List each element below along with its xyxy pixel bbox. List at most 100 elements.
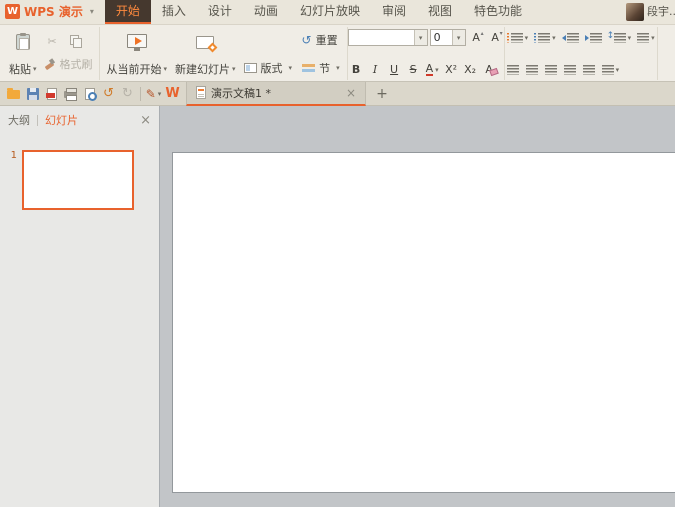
subscript-button[interactable]: X₂ <box>462 61 479 78</box>
numbered-list-icon <box>534 32 551 43</box>
copy-icon <box>69 35 82 49</box>
underline-button[interactable]: U <box>386 61 403 78</box>
clear-format-button[interactable]: A <box>481 61 498 78</box>
tab-outline[interactable]: 大纲 <box>8 112 30 128</box>
ink-annotation-button[interactable]: ✎ <box>144 84 163 104</box>
close-panel-icon[interactable]: × <box>140 114 151 127</box>
text-direction-icon <box>637 32 650 43</box>
align-center-button[interactable] <box>524 61 541 78</box>
font-size-caret-icon[interactable]: ▾ <box>451 30 465 45</box>
cut-button[interactable]: ✂ <box>45 34 60 49</box>
reset-icon: ↺ <box>301 33 312 47</box>
save-icon <box>26 87 39 100</box>
copy-button[interactable] <box>67 34 84 49</box>
numbered-list-button[interactable] <box>532 29 558 46</box>
paste-button[interactable]: 粘贴 <box>5 28 41 79</box>
tab-review[interactable]: 审阅 <box>371 0 417 24</box>
increase-indent-icon <box>584 32 602 43</box>
clear-format-icon: A <box>485 63 493 76</box>
tab-design[interactable]: 设计 <box>197 0 243 24</box>
line-spacing-button[interactable] <box>606 29 634 46</box>
bold-button[interactable]: B <box>348 61 365 78</box>
tab-home[interactable]: 开始 <box>104 0 151 24</box>
superscript-button[interactable]: X² <box>443 61 460 78</box>
align-left-icon <box>507 64 520 75</box>
tab-view[interactable]: 视图 <box>417 0 463 24</box>
document-tab[interactable]: 演示文稿1 * × <box>186 81 366 106</box>
app-name: WPS 演示 <box>24 5 83 19</box>
distribute-text-button[interactable] <box>581 61 598 78</box>
increase-indent-button[interactable] <box>583 29 604 46</box>
strikethrough-button[interactable]: S <box>405 61 422 78</box>
slides-panel-header: 大纲 幻灯片 × <box>0 106 159 134</box>
format-painter-button[interactable]: 格式刷 <box>41 55 96 73</box>
document-tab-title: 演示文稿1 * <box>211 86 271 100</box>
pen-icon: ✎ <box>145 86 156 101</box>
italic-button[interactable]: I <box>367 61 384 78</box>
slide-thumbnail[interactable] <box>22 150 134 210</box>
font-name-caret-icon[interactable]: ▾ <box>413 30 427 45</box>
layout-icon <box>243 63 257 73</box>
bullet-list-icon <box>506 32 523 43</box>
new-slide-button[interactable]: 新建幻灯片 <box>171 28 240 79</box>
tab-slideshow[interactable]: 幻灯片放映 <box>289 0 371 24</box>
decrease-indent-button[interactable] <box>560 29 581 46</box>
font-name-select[interactable]: ▾ <box>347 29 428 46</box>
align-right-button[interactable] <box>543 61 560 78</box>
font-size-select[interactable]: 0 ▾ <box>429 29 466 46</box>
align-left-button[interactable] <box>505 61 522 78</box>
open-file-button[interactable] <box>4 84 23 104</box>
increase-font-size-button[interactable]: A <box>468 29 485 46</box>
layout-label: 版式 <box>260 62 283 75</box>
slide-page[interactable] <box>172 152 675 493</box>
wps-logo-icon[interactable]: W <box>5 4 20 19</box>
user-avatar[interactable] <box>626 3 644 21</box>
section-button[interactable]: 节 <box>298 59 344 77</box>
save-button[interactable] <box>23 84 42 104</box>
editing-canvas[interactable] <box>160 106 675 507</box>
toolbar-separator <box>140 86 141 101</box>
from-current-slide-button[interactable]: 从当前开始 <box>103 28 172 79</box>
app-menu-caret-icon[interactable]: ▾ <box>83 0 101 24</box>
print-icon <box>64 88 77 101</box>
decrease-font-size-button[interactable]: A <box>487 29 504 46</box>
slides-group: 从当前开始 新建幻灯片 ↺ 重置 版式 节 <box>100 27 348 80</box>
undo-button[interactable]: ↺ <box>99 84 118 104</box>
columns-button[interactable] <box>600 61 622 78</box>
export-pdf-button[interactable] <box>42 84 61 104</box>
slide-thumbnail-item[interactable]: 1 <box>0 150 159 210</box>
panel-tab-divider <box>37 114 38 126</box>
tab-insert[interactable]: 插入 <box>151 0 197 24</box>
line-spacing-icon <box>607 31 626 43</box>
slide-list: 1 <box>0 134 159 210</box>
new-document-tab-button[interactable]: + <box>374 86 390 102</box>
print-button[interactable] <box>61 84 80 104</box>
font-size-value: 0 <box>433 31 441 44</box>
layout-button[interactable]: 版式 <box>240 59 297 77</box>
wps-home-button[interactable]: W <box>163 84 182 104</box>
justify-button[interactable] <box>562 61 579 78</box>
distribute-text-icon <box>583 64 596 75</box>
pdf-export-icon <box>45 87 57 100</box>
wps-w-icon: W <box>165 86 180 101</box>
main-area: 大纲 幻灯片 × 1 <box>0 106 675 507</box>
redo-icon: ↻ <box>122 86 133 101</box>
format-painter-label: 格式刷 <box>59 58 93 72</box>
cut-icon: ✂ <box>47 34 57 48</box>
font-color-button[interactable]: A <box>424 61 441 78</box>
tab-animation[interactable]: 动画 <box>243 0 289 24</box>
font-group: ▾ 0 ▾ A A B I U S A X² X₂ A <box>347 27 505 80</box>
close-document-tab-icon[interactable]: × <box>346 87 356 99</box>
reset-button[interactable]: ↺ 重置 <box>298 31 342 49</box>
text-direction-button[interactable] <box>635 29 657 46</box>
section-icon <box>302 63 316 73</box>
tab-slides[interactable]: 幻灯片 <box>45 112 78 128</box>
new-slide-icon <box>196 35 215 49</box>
clipboard-group: 粘贴 ✂ 格式刷 <box>2 27 100 80</box>
redo-button[interactable]: ↻ <box>118 84 137 104</box>
align-center-icon <box>526 64 539 75</box>
print-preview-button[interactable] <box>80 84 99 104</box>
tab-special-features[interactable]: 特色功能 <box>463 0 533 24</box>
bullet-list-button[interactable] <box>505 29 531 46</box>
user-name[interactable]: 段宇... <box>647 0 675 24</box>
